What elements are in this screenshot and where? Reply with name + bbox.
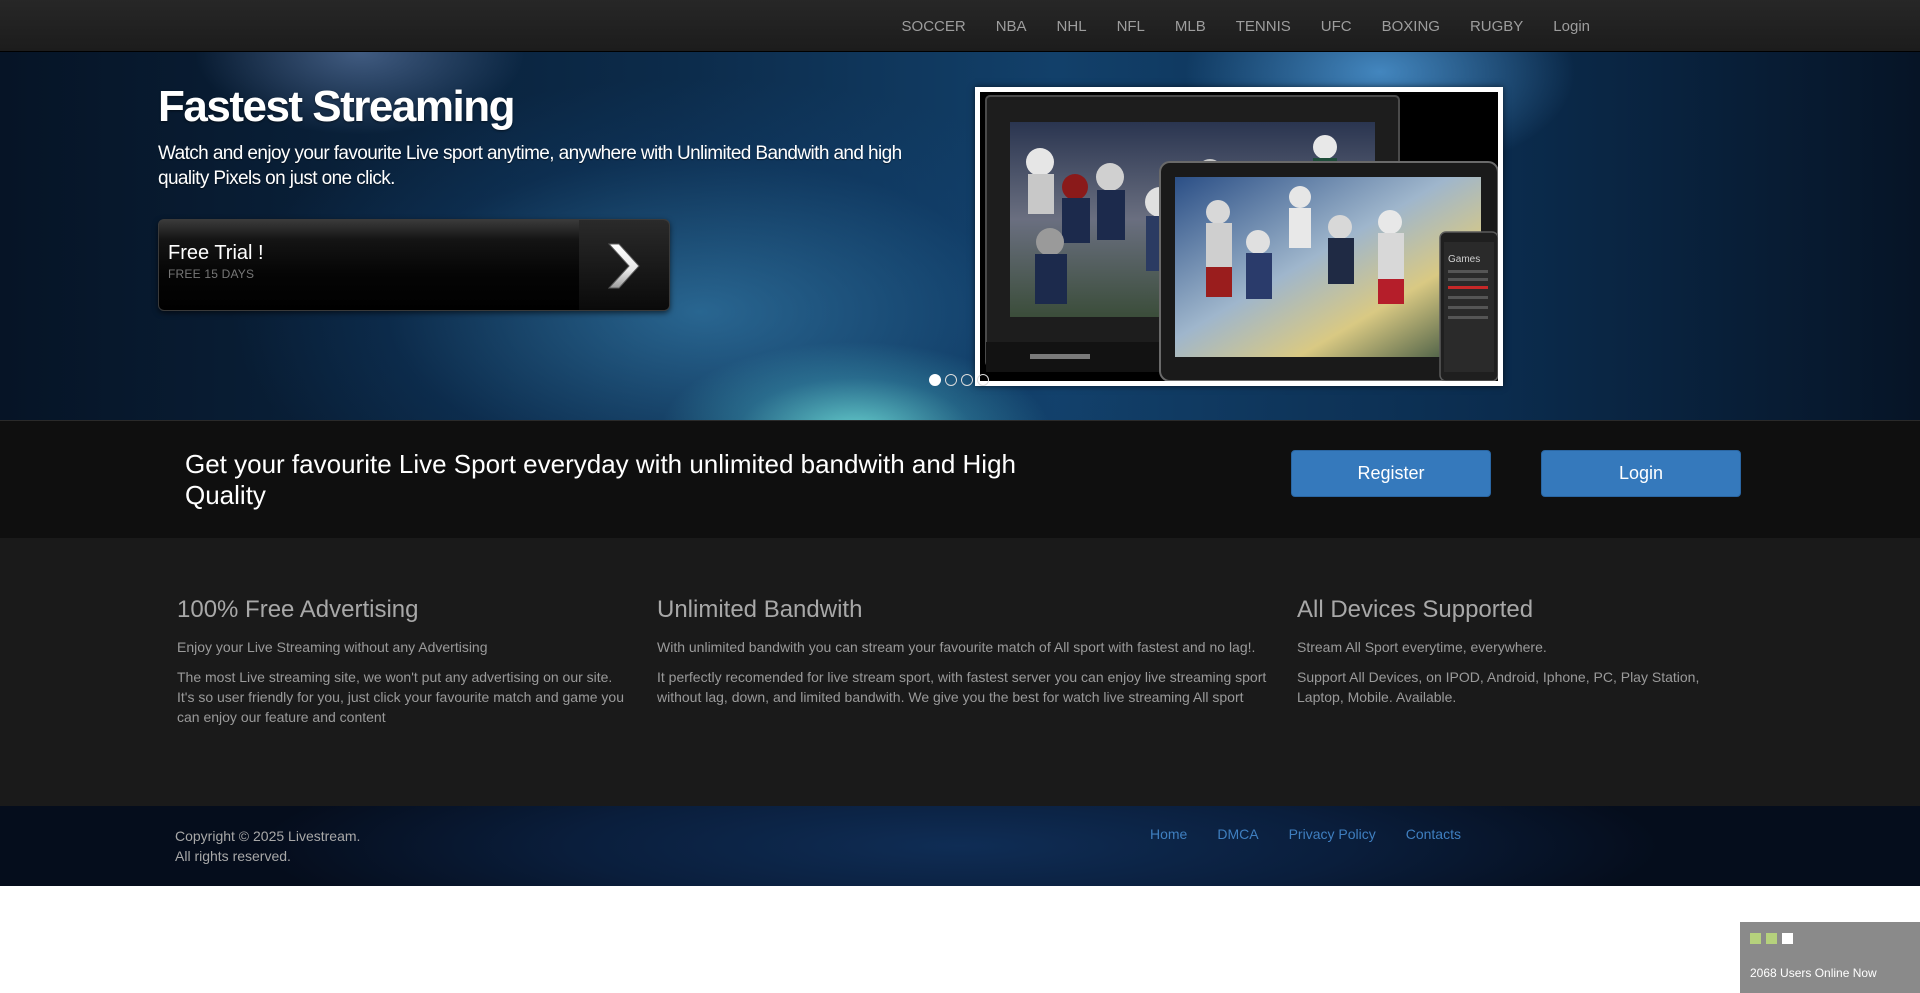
feature-title: All Devices Supported: [1297, 596, 1534, 623]
cta-text: Get your favourite Live Sport everyday w…: [185, 449, 1016, 510]
nav-item-rugby[interactable]: RUGBY: [1455, 18, 1538, 35]
register-button[interactable]: Register: [1291, 450, 1491, 497]
cta-bar: Get your favourite Live Sport everyday w…: [0, 420, 1920, 538]
slider-dot-3[interactable]: [961, 374, 973, 386]
nav-item-nhl[interactable]: NHL: [1042, 18, 1102, 35]
nav-item-tennis[interactable]: TENNIS: [1221, 18, 1306, 35]
footer-link-contacts[interactable]: Contacts: [1391, 826, 1476, 842]
nav-item-ufc[interactable]: UFC: [1306, 18, 1367, 35]
feature-title: Unlimited Bandwith: [657, 596, 863, 623]
online-users-count: 2068 Users Online Now: [1750, 966, 1877, 980]
nav-item-boxing[interactable]: BOXING: [1367, 18, 1455, 35]
footer-link-home[interactable]: Home: [1135, 826, 1202, 842]
status-square-3: [1782, 933, 1793, 944]
trial-title: Free Trial !: [168, 242, 264, 264]
copyright-line: All rights reserved.: [175, 848, 291, 864]
online-users-widget: 2068 Users Online Now: [1740, 922, 1920, 993]
footer-link-dmca[interactable]: DMCA: [1202, 826, 1273, 842]
chevron-right-icon: [607, 243, 640, 289]
nav-item-nba[interactable]: NBA: [981, 18, 1042, 35]
status-square-1: [1750, 933, 1761, 944]
copyright: Copyright © 2025 Livestream. All rights …: [175, 826, 360, 866]
slider-dot-4[interactable]: [977, 374, 989, 386]
feature-text: It perfectly recomended for live stream …: [657, 669, 1267, 705]
features-section: 100% Free Advertising Enjoy your Live St…: [0, 538, 1920, 806]
hero-banner: Fastest Streaming Watch and enjoy your f…: [0, 52, 1920, 420]
feature-free-advertising: 100% Free Advertising Enjoy your Live St…: [177, 596, 632, 737]
devices-illustration: Games: [980, 92, 1498, 381]
copyright-line: Copyright © 2025 Livestream.: [175, 828, 361, 844]
free-trial-button[interactable]: Free Trial ! FREE 15 DAYS: [158, 219, 670, 311]
status-square-2: [1766, 933, 1777, 944]
nav-item-mlb[interactable]: MLB: [1160, 18, 1221, 35]
feature-all-devices: All Devices Supported Stream All Sport e…: [1297, 596, 1717, 717]
feature-text: Support All Devices, on IPOD, Android, I…: [1297, 669, 1700, 705]
top-navbar: SOCCER NBA NHL NFL MLB TENNIS UFC BOXING…: [0, 0, 1920, 52]
nav-item-soccer[interactable]: SOCCER: [887, 18, 981, 35]
feature-text: Stream All Sport everytime, everywhere.: [1297, 639, 1547, 655]
login-button[interactable]: Login: [1541, 450, 1741, 497]
nav-menu: SOCCER NBA NHL NFL MLB TENNIS UFC BOXING…: [887, 0, 1605, 52]
nav-item-nfl[interactable]: NFL: [1102, 18, 1160, 35]
hero-title: Fastest Streaming: [158, 82, 515, 131]
nav-item-login[interactable]: Login: [1538, 18, 1605, 35]
slider-dot-2[interactable]: [945, 374, 957, 386]
hero-slider-image[interactable]: Games: [975, 87, 1503, 386]
feature-text: The most Live streaming site, we won't p…: [177, 669, 624, 725]
feature-text: Enjoy your Live Streaming without any Ad…: [177, 639, 488, 655]
footer-link-privacy-policy[interactable]: Privacy Policy: [1274, 826, 1391, 842]
footer: Copyright © 2025 Livestream. All rights …: [0, 806, 1920, 886]
feature-title: 100% Free Advertising: [177, 596, 419, 623]
footer-links: Home DMCA Privacy Policy Contacts: [1135, 826, 1476, 842]
feature-text: With unlimited bandwith you can stream y…: [657, 639, 1256, 655]
feature-unlimited-bandwith: Unlimited Bandwith With unlimited bandwi…: [657, 596, 1275, 717]
hero-subtitle: Watch and enjoy your favourite Live spor…: [158, 143, 902, 189]
slider-dot-1[interactable]: [929, 374, 941, 386]
phone-screen-text: Games: [1448, 254, 1480, 265]
trial-subtitle: FREE 15 DAYS: [168, 267, 255, 281]
slider-dots: [929, 374, 989, 386]
